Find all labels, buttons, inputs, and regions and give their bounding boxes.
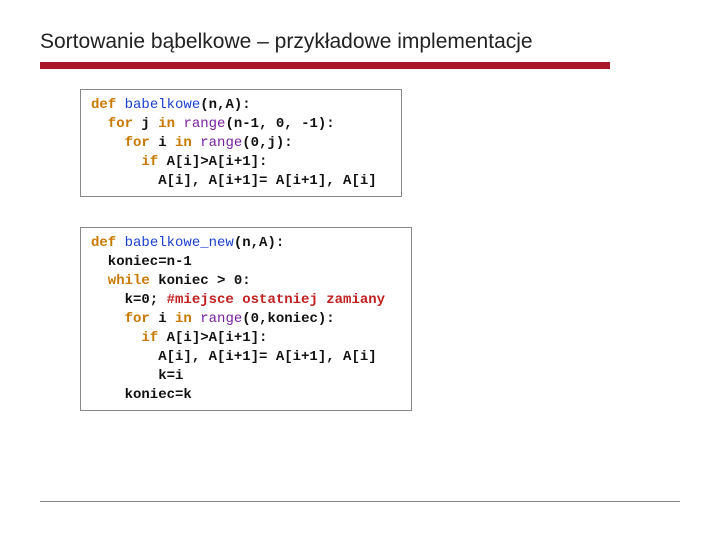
function-name: babelkowe_new	[116, 235, 234, 251]
keyword-in: in	[175, 311, 192, 327]
keyword-for: for	[91, 116, 133, 132]
keyword-while: while	[91, 273, 150, 289]
keyword-def: def	[91, 235, 116, 251]
code-text: k=0;	[91, 292, 167, 308]
keyword-for: for	[91, 135, 150, 151]
code-text: A[i], A[i+1]= A[i+1], A[i]	[91, 349, 377, 365]
title-underline	[40, 62, 610, 69]
code-text: A[i]>A[i+1]:	[158, 154, 267, 170]
builtin-range: range	[175, 116, 225, 132]
keyword-in: in	[175, 135, 192, 151]
code-text: (0,j):	[242, 135, 292, 151]
code-text: (n,A):	[234, 235, 284, 251]
code-text: koniec=k	[91, 387, 192, 403]
code-text: A[i], A[i+1]= A[i+1], A[i]	[91, 173, 377, 189]
keyword-def: def	[91, 97, 116, 113]
page-title: Sortowanie bąbelkowe – przykładowe imple…	[40, 30, 680, 54]
code-text: A[i]>A[i+1]:	[158, 330, 267, 346]
code-text: koniec > 0:	[150, 273, 251, 289]
function-name: babelkowe	[116, 97, 200, 113]
code-text: i	[150, 311, 175, 327]
keyword-in: in	[158, 116, 175, 132]
header: Sortowanie bąbelkowe – przykładowe imple…	[0, 0, 720, 69]
code-block-babelkowe: def babelkowe(n,A): for j in range(n-1, …	[80, 89, 402, 197]
code-comment: #miejsce ostatniej zamiany	[167, 292, 385, 308]
bottom-divider	[40, 501, 680, 502]
code-text: (0,koniec):	[242, 311, 334, 327]
code-block-babelkowe-new: def babelkowe_new(n,A): koniec=n-1 while…	[80, 227, 412, 411]
keyword-if: if	[91, 330, 158, 346]
builtin-range: range	[192, 311, 242, 327]
code-text: i	[150, 135, 175, 151]
code-text: k=i	[91, 368, 183, 384]
keyword-for: for	[91, 311, 150, 327]
builtin-range: range	[192, 135, 242, 151]
code-text: j	[133, 116, 158, 132]
code-text: (n-1, 0, -1):	[225, 116, 334, 132]
code-text: koniec=n-1	[91, 254, 192, 270]
code-text: (n,A):	[200, 97, 250, 113]
keyword-if: if	[91, 154, 158, 170]
